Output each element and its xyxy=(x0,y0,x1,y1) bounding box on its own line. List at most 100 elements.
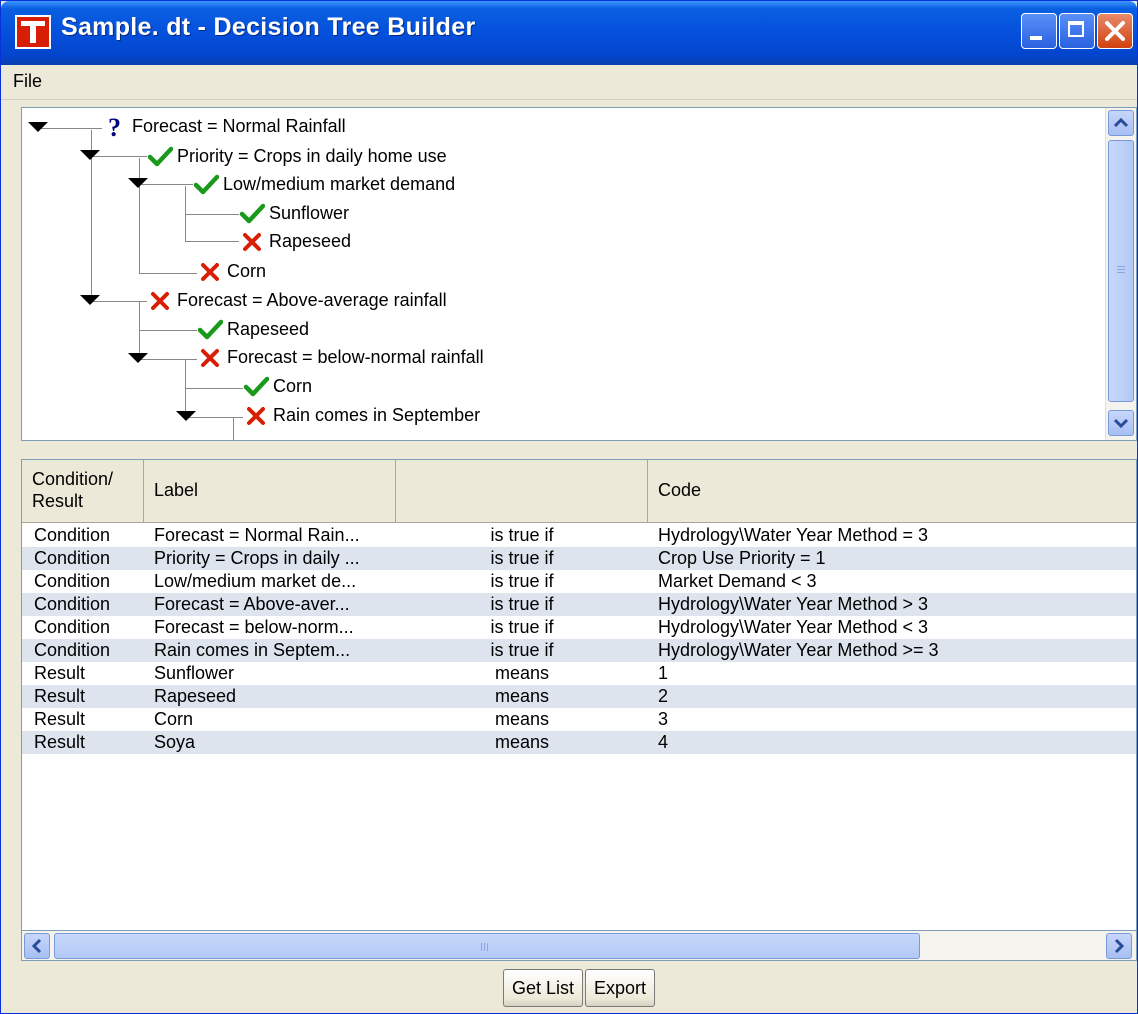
cell-label: Forecast = Normal Rain... xyxy=(154,525,360,545)
cell-code: Crop Use Priority = 1 xyxy=(658,548,826,568)
cell-type: Result xyxy=(34,709,86,729)
expand-toggle-icon[interactable] xyxy=(176,411,196,421)
get-list-button[interactable]: Get List xyxy=(503,969,583,1007)
table-row[interactable]: Condition Low/medium market de... is true … xyxy=(22,570,1136,593)
cell-code: Market Demand < 3 xyxy=(658,571,817,591)
column-header-code[interactable]: Code xyxy=(648,460,1136,522)
cell-code: Hydrology\Water Year Method >= 3 xyxy=(658,640,939,660)
table-row[interactable]: Condition Forecast = Above-aver... is true… xyxy=(22,593,1136,616)
cell-code: Hydrology\Water Year Method < 3 xyxy=(658,617,928,637)
results-table: Condition/ Result Label Code Condition Fo… xyxy=(21,459,1137,931)
cell-label: Low/medium market de... xyxy=(154,571,357,591)
cell-type: Result xyxy=(34,686,86,706)
cell-type: Condition xyxy=(34,617,111,637)
scroll-right-button[interactable] xyxy=(1106,933,1132,959)
cell-type: Condition xyxy=(34,525,111,545)
cross-icon xyxy=(151,292,169,310)
cell-code: 1 xyxy=(658,663,669,683)
cell-code: 3 xyxy=(658,709,669,729)
expand-toggle-icon[interactable] xyxy=(80,295,100,305)
chevron-up-icon xyxy=(1113,117,1129,128)
tree-vertical-scrollbar[interactable] xyxy=(1105,108,1136,440)
close-button[interactable] xyxy=(1097,13,1133,49)
cell-type: Condition xyxy=(34,640,111,660)
column-header-label[interactable]: Label xyxy=(144,460,396,522)
cross-icon xyxy=(201,263,219,281)
cell-code: Hydrology\Water Year Method > 3 xyxy=(658,594,928,614)
chevron-left-icon xyxy=(31,938,42,954)
expand-toggle-icon[interactable] xyxy=(128,353,148,363)
check-icon xyxy=(197,319,223,340)
cell-type: Result xyxy=(34,732,86,752)
chevron-down-icon xyxy=(1113,418,1129,429)
check-icon xyxy=(147,146,173,167)
table-horizontal-scrollbar[interactable] xyxy=(21,931,1137,961)
cell-code: Hydrology\Water Year Method = 3 xyxy=(658,525,928,545)
cross-icon xyxy=(201,349,219,367)
tree-view[interactable]: ? Forecast = Normal Rainfall Priority = … xyxy=(21,107,1137,441)
menu-bar: File xyxy=(1,65,1137,100)
scroll-thumb[interactable] xyxy=(54,933,920,959)
check-icon xyxy=(243,376,269,397)
cell-label: Corn xyxy=(154,709,194,729)
menu-file[interactable]: File xyxy=(9,71,46,92)
svg-text:?: ? xyxy=(108,114,121,140)
window-title: Sample. dt - Decision Tree Builder xyxy=(61,13,476,41)
expand-toggle-icon[interactable] xyxy=(128,178,148,188)
scroll-down-button[interactable] xyxy=(1108,410,1134,436)
table-header: Condition/ Result Label Code xyxy=(22,460,1136,523)
check-icon xyxy=(193,174,219,195)
cell-type: Result xyxy=(34,663,86,683)
cell-operator: is true if xyxy=(490,594,554,614)
cell-label: Rain comes in Septem... xyxy=(154,640,351,660)
cross-icon xyxy=(243,233,261,251)
cross-icon xyxy=(247,407,265,425)
title-bar[interactable]: Sample. dt - Decision Tree Builder xyxy=(1,1,1137,65)
cell-operator: is true if xyxy=(490,640,554,660)
cell-label: Sunflower xyxy=(154,663,235,683)
check-icon xyxy=(239,203,265,224)
expand-toggle-icon[interactable] xyxy=(80,150,100,160)
close-icon xyxy=(1105,21,1125,41)
maximize-icon xyxy=(1068,21,1084,37)
app-window: Sample. dt - Decision Tree Builder File xyxy=(0,0,1138,1014)
cell-type: Condition xyxy=(34,571,111,591)
cell-operator: is true if xyxy=(490,571,554,591)
cell-label: Forecast = below-norm... xyxy=(154,617,354,637)
table-row[interactable]: Condition Priority = Crops in daily ... is… xyxy=(22,547,1136,570)
cell-label: Priority = Crops in daily ... xyxy=(154,548,360,568)
cell-operator: means xyxy=(494,709,550,729)
cell-type: Condition xyxy=(34,548,111,568)
minimize-icon xyxy=(1030,36,1042,40)
cell-type: Condition xyxy=(34,594,111,614)
question-icon: ? xyxy=(108,114,121,140)
table-row[interactable]: Condition Rain comes in Septem... is true … xyxy=(22,639,1136,662)
cell-operator: is true if xyxy=(490,548,554,568)
table-row[interactable]: Condition Forecast = below-norm... is true… xyxy=(22,616,1136,639)
cell-code: 4 xyxy=(658,732,669,752)
table-row[interactable]: Result Soya means 4 xyxy=(22,731,1136,754)
export-button[interactable]: Export xyxy=(585,969,655,1007)
scroll-left-button[interactable] xyxy=(24,933,50,959)
cell-label: Soya xyxy=(154,732,196,752)
cell-label: Rapeseed xyxy=(154,686,237,706)
table-row[interactable]: Result Corn means 3 xyxy=(22,708,1136,731)
column-header-operator[interactable] xyxy=(396,460,648,522)
expand-toggle-icon[interactable] xyxy=(28,122,48,132)
splitter[interactable] xyxy=(1,441,1137,459)
cell-operator: is true if xyxy=(490,617,554,637)
maximize-button[interactable] xyxy=(1059,13,1095,49)
column-header-type[interactable]: Condition/ Result xyxy=(22,460,144,522)
scroll-thumb[interactable] xyxy=(1108,140,1134,402)
minimize-button[interactable] xyxy=(1021,13,1057,49)
table-row[interactable]: Condition Forecast = Normal Rain... is tru… xyxy=(22,524,1136,547)
table-row[interactable]: Result Sunflower means 1 xyxy=(22,662,1136,685)
cell-code: 2 xyxy=(658,686,669,706)
scroll-up-button[interactable] xyxy=(1108,110,1134,136)
cell-label: Forecast = Above-aver... xyxy=(154,594,350,614)
chevron-right-icon xyxy=(1114,938,1125,954)
cell-operator: means xyxy=(494,686,550,706)
cell-operator: means xyxy=(494,663,550,683)
table-row[interactable]: Result Rapeseed means 2 xyxy=(22,685,1136,708)
button-bar: Get List Export xyxy=(1,963,1137,1013)
